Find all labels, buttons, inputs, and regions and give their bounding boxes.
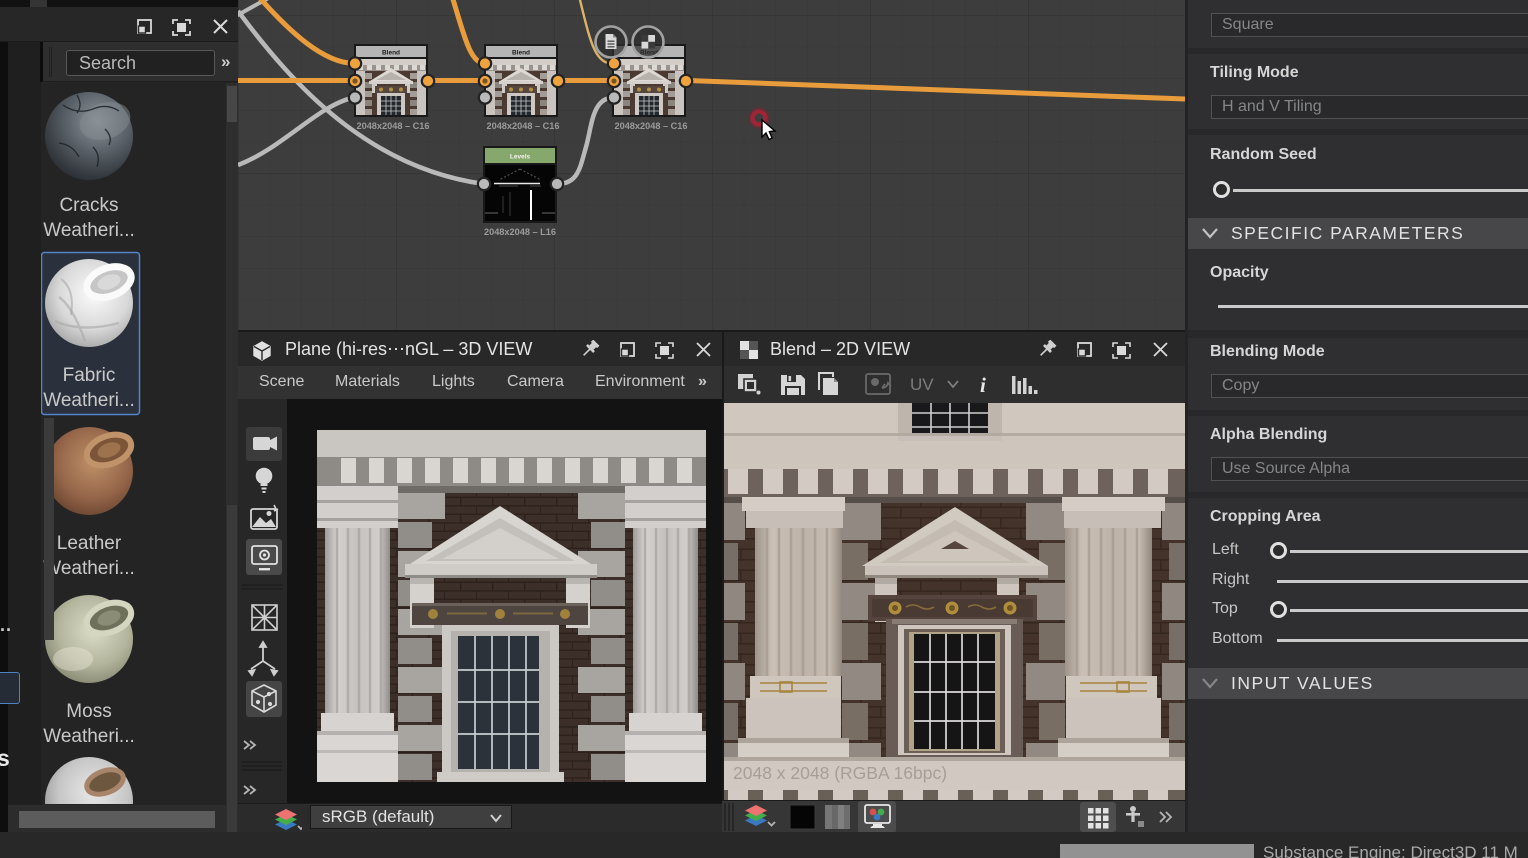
svg-text:Weatheri...: Weatheri... [43, 558, 135, 579]
svg-text:2048 x 2048 (RGBA 16bpc): 2048 x 2048 (RGBA 16bpc) [733, 763, 947, 783]
svg-text:2048x2048 – L16: 2048x2048 – L16 [484, 227, 556, 237]
svg-text:2048x2048 – C16: 2048x2048 – C16 [614, 121, 687, 131]
svg-text:Fabric: Fabric [63, 365, 116, 386]
svg-text:Weatheri...: Weatheri... [43, 390, 135, 411]
svg-text:UV: UV [910, 375, 934, 394]
svg-text:Weatheri...: Weatheri... [43, 220, 135, 241]
svg-text:Weatheri...: Weatheri... [43, 726, 135, 747]
svg-text:Cracks: Cracks [59, 195, 118, 216]
svg-text:Leather: Leather [57, 533, 122, 554]
svg-text:i: i [980, 373, 986, 397]
svg-text:Levels: Levels [510, 154, 531, 161]
svg-text:2048x2048 – C16: 2048x2048 – C16 [356, 121, 429, 131]
svg-text:Moss: Moss [66, 701, 111, 722]
svg-text:2048x2048 – C16: 2048x2048 – C16 [486, 121, 559, 131]
